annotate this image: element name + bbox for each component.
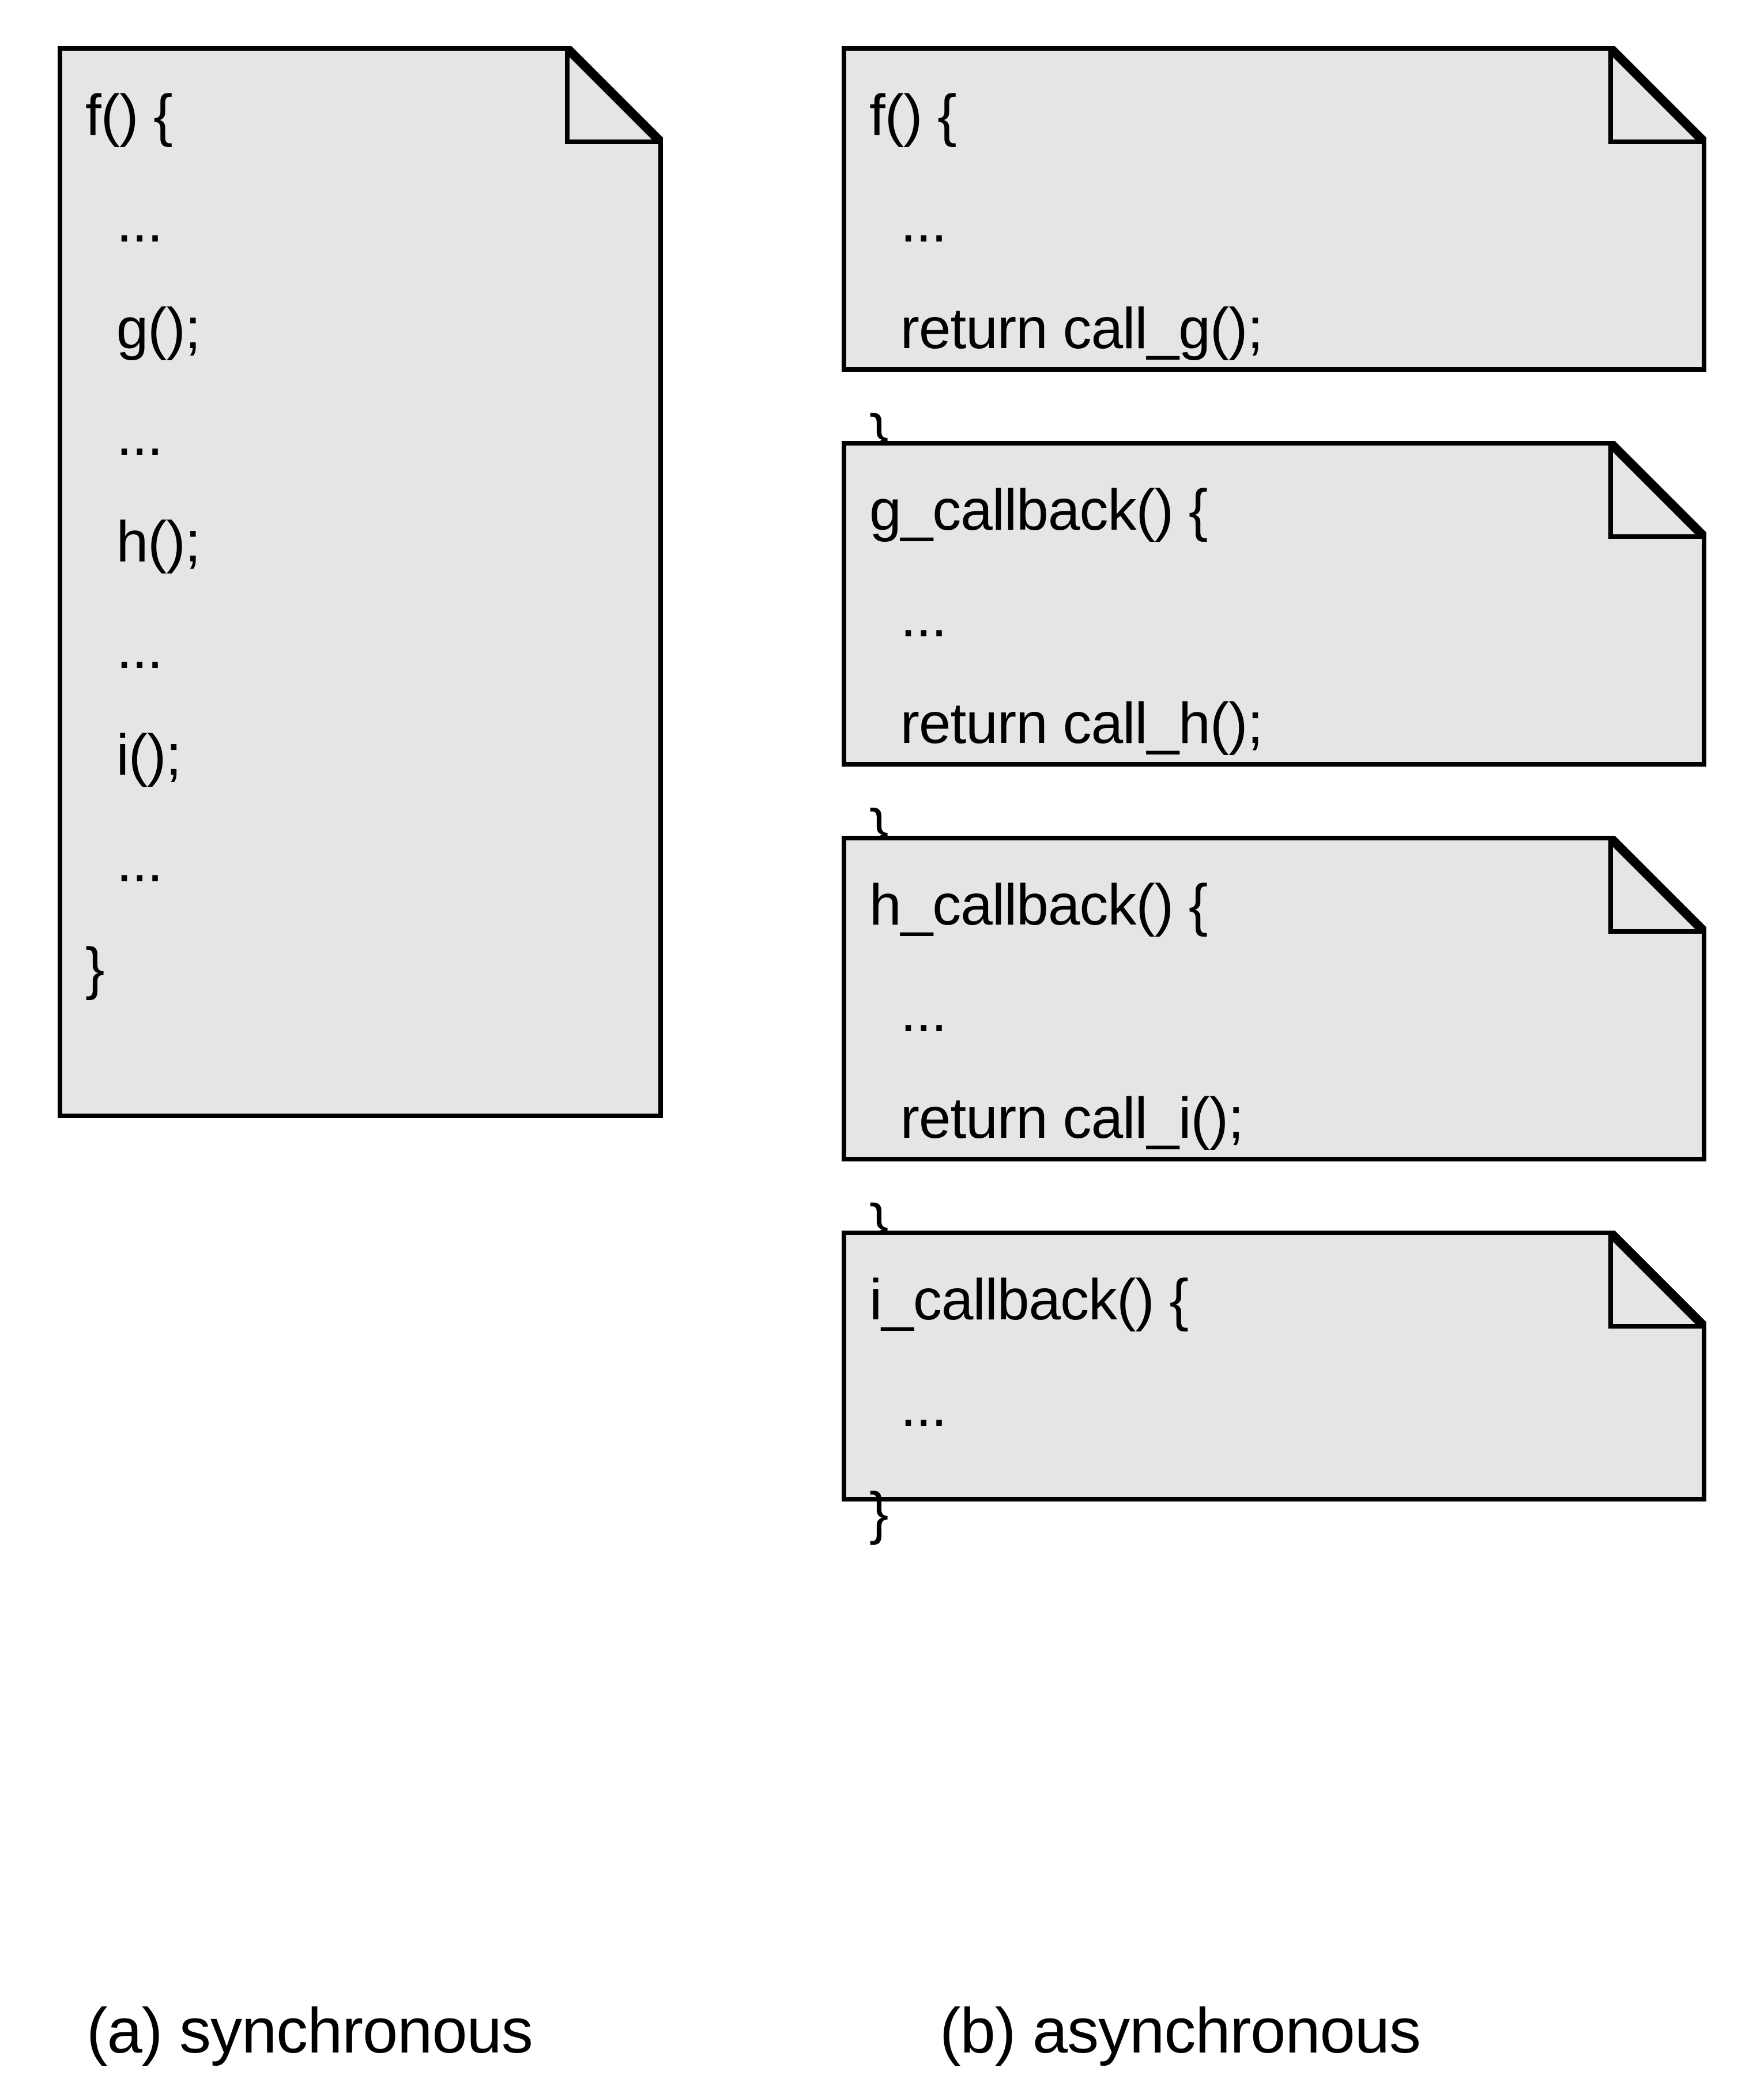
dogear-icon xyxy=(1608,1231,1706,1329)
dogear-icon xyxy=(1608,836,1706,934)
columns-wrapper: f() { ... g(); ... h(); ... i(); ... } f… xyxy=(58,46,1706,1571)
dogear-icon xyxy=(565,46,663,144)
asynchronous-caption: (b) asynchronous xyxy=(940,1994,1420,2068)
diagram-container: f() { ... g(); ... h(); ... i(); ... } f… xyxy=(0,0,1764,2075)
f-code: f() { ... return call_g(); } xyxy=(869,62,1679,489)
f-box: f() { ... return call_g(); } xyxy=(842,46,1706,372)
synchronous-code-box: f() { ... g(); ... h(); ... i(); ... } xyxy=(58,46,663,1118)
dogear-icon xyxy=(1608,46,1706,144)
dogear-icon xyxy=(1608,441,1706,539)
asynchronous-column: f() { ... return call_g(); } g_callback(… xyxy=(842,46,1706,1571)
h-callback-box: h_callback() { ... return call_i(); } xyxy=(842,836,1706,1161)
g-callback-code: g_callback() { ... return call_h(); } xyxy=(869,457,1679,884)
i-callback-box: i_callback() { ... } xyxy=(842,1231,1706,1501)
synchronous-code: f() { ... g(); ... h(); ... i(); ... } xyxy=(85,62,635,1022)
synchronous-caption: (a) synchronous xyxy=(86,1994,533,2068)
h-callback-code: h_callback() { ... return call_i(); } xyxy=(869,852,1679,1278)
g-callback-box: g_callback() { ... return call_h(); } xyxy=(842,441,1706,767)
synchronous-column: f() { ... g(); ... h(); ... i(); ... } xyxy=(58,46,726,1187)
i-callback-code: i_callback() { ... } xyxy=(869,1247,1679,1567)
